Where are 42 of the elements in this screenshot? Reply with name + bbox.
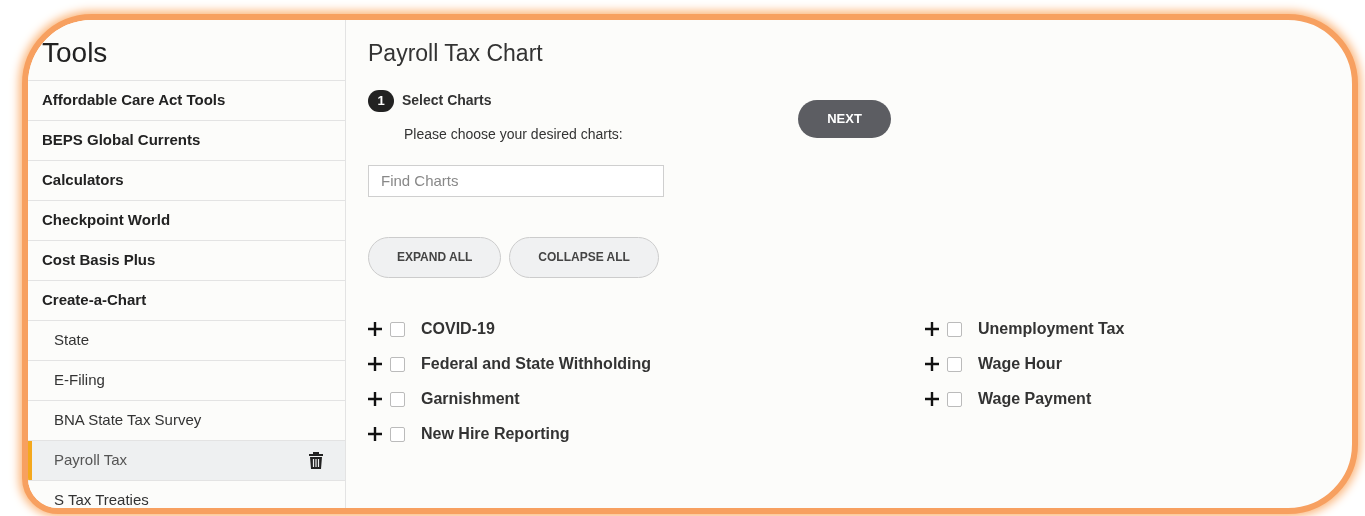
chart-checkbox[interactable] [390, 321, 405, 337]
plus-icon[interactable] [368, 322, 382, 337]
sidebar-item[interactable]: S Tax Treaties [28, 479, 345, 508]
plus-icon[interactable] [925, 322, 939, 337]
chart-label: New Hire Reporting [421, 424, 570, 445]
sidebar-item[interactable]: Calculators [28, 159, 345, 200]
page-title: Payroll Tax Chart [368, 40, 544, 68]
chart-label: Wage Hour [978, 354, 1062, 375]
instruction-text: Please choose your desired charts: [404, 124, 624, 144]
search-field[interactable]: Find Charts [368, 164, 664, 197]
plus-icon[interactable] [925, 357, 939, 372]
sidebar-item[interactable]: Payroll Tax [28, 439, 345, 480]
plus-icon[interactable] [368, 392, 382, 407]
sidebar-item[interactable]: Cost Basis Plus [28, 239, 345, 280]
chart-label: Garnishment [421, 389, 520, 410]
sidebar-item[interactable]: State [28, 319, 345, 360]
chart-checkbox[interactable] [947, 321, 962, 337]
sidebar-item[interactable]: Affordable Care Act Tools [28, 79, 345, 120]
sidebar-item[interactable]: E-Filing [28, 359, 345, 400]
plus-icon[interactable] [925, 392, 939, 407]
chart-checkbox[interactable] [947, 391, 962, 407]
chart-checkbox[interactable] [390, 426, 405, 442]
plus-icon[interactable] [368, 357, 382, 372]
sidebar-item[interactable]: Create-a-Chart [28, 279, 345, 320]
chart-label: Unemployment Tax [978, 319, 1125, 340]
chart-checkbox[interactable] [390, 391, 405, 407]
expand-all-button[interactable]: EXPAND ALL [368, 236, 502, 278]
step-number: 1 [368, 89, 394, 112]
chart-label: COVID-19 [421, 319, 495, 340]
chart-checkbox[interactable] [947, 356, 962, 372]
plus-icon[interactable] [368, 427, 382, 442]
sidebar-item[interactable]: BEPS Global Currents [28, 119, 345, 160]
chart-checkbox[interactable] [390, 356, 405, 372]
next-button[interactable]: NEXT [798, 99, 891, 138]
chart-label: Federal and State Withholding [421, 354, 652, 375]
sidebar-item[interactable]: Checkpoint World [28, 199, 345, 240]
chart-label: Wage Payment [978, 389, 1092, 410]
collapse-all-button[interactable]: COLLAPSE ALL [509, 236, 659, 278]
sidebar-item[interactable]: BNA State Tax Survey [28, 399, 345, 440]
step-title: Select Charts [402, 91, 492, 111]
trash-icon[interactable] [309, 451, 323, 470]
sidebar-title: Tools [41, 36, 109, 70]
